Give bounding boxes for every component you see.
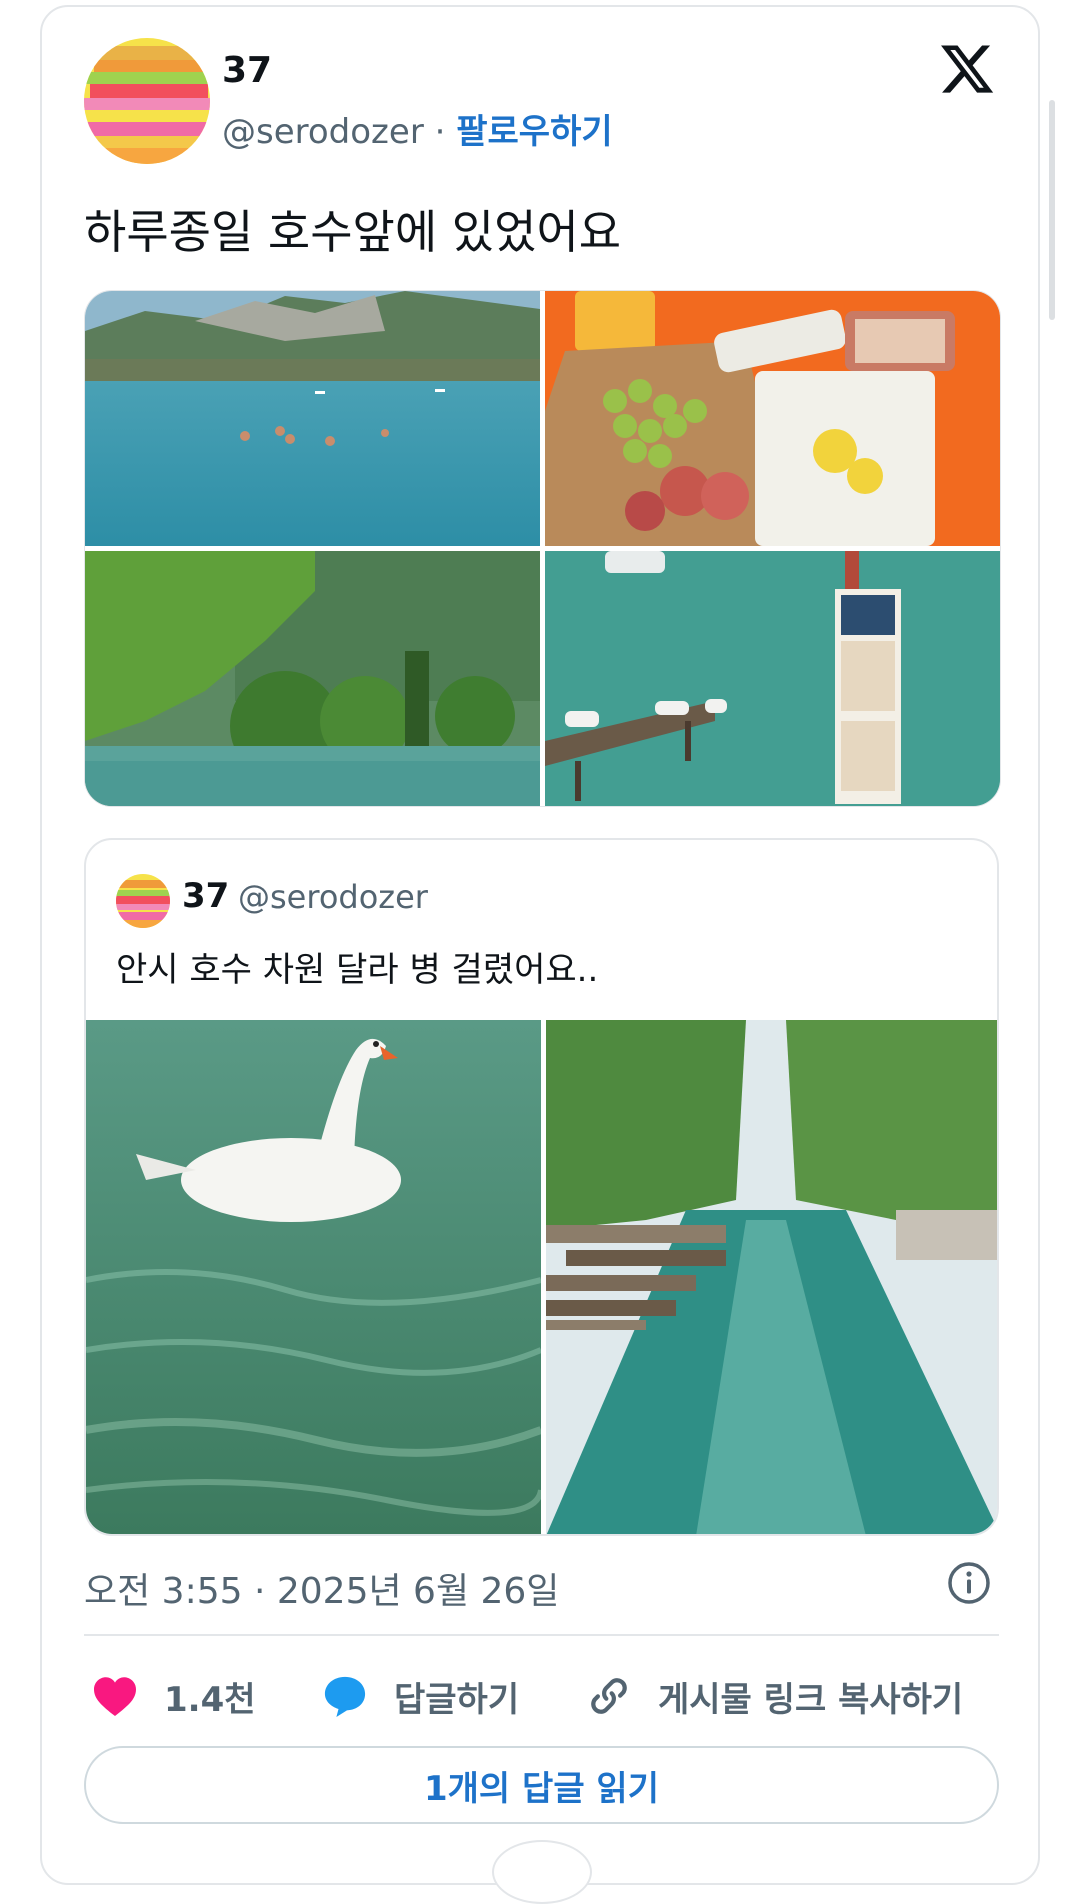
follow-button[interactable]: 팔로우하기 [456,112,612,152]
quoted-author-avatar [116,874,170,928]
tweet-text: 하루종일 호수앞에 있었어요 [84,205,622,259]
quoted-photo-row [86,1020,997,1534]
quoted-tweet[interactable]: 37 @serodozer 안시 호수 차원 달라 병 걸렸어요.. [84,838,999,1536]
lakeside-trees-photo[interactable] [85,551,540,806]
x-logo-icon[interactable] [938,40,996,98]
author-name[interactable]: 37 [222,50,272,91]
divider [84,1634,999,1636]
quoted-tweet-text: 안시 호수 차원 달라 병 걸렸어요.. [116,950,599,990]
separator-dot: · [434,112,446,152]
quoted-author-name: 37 [182,876,230,916]
picnic-food-photo[interactable] [545,291,1000,546]
copy-link-label: 게시물 링크 복사하기 [658,1679,964,1720]
read-replies-button[interactable]: 1개의 답글 읽기 [84,1746,999,1824]
canal-photo[interactable] [546,1020,997,1534]
author-avatar[interactable] [84,38,210,164]
info-icon[interactable] [946,1560,992,1606]
heart-icon [94,1677,136,1717]
link-icon [591,1678,627,1714]
author-handle-row: @serodozer · 팔로우하기 [222,104,613,153]
reply-button[interactable]: 답글하기 [322,1666,519,1726]
scrollbar[interactable] [1049,100,1055,320]
author-handle[interactable]: @serodozer [222,112,424,152]
lake-swimmers-photo[interactable] [85,291,540,546]
like-button[interactable]: 1.4천 [92,1666,256,1726]
swan-photo[interactable] [86,1020,541,1534]
like-count: 1.4천 [164,1679,256,1720]
reply-bubble-icon [324,1676,366,1718]
tweet-timestamp[interactable]: 오전 3:55 · 2025년 6월 26일 [84,1562,559,1614]
reply-label: 답글하기 [394,1679,520,1720]
quoted-author-handle: @serodozer [238,878,428,916]
pier-sign-photo[interactable] [545,551,1000,806]
tweet-photo-grid [84,290,1001,807]
copy-link-button[interactable]: 게시물 링크 복사하기 [586,1666,963,1726]
scroll-indicator [492,1840,592,1904]
